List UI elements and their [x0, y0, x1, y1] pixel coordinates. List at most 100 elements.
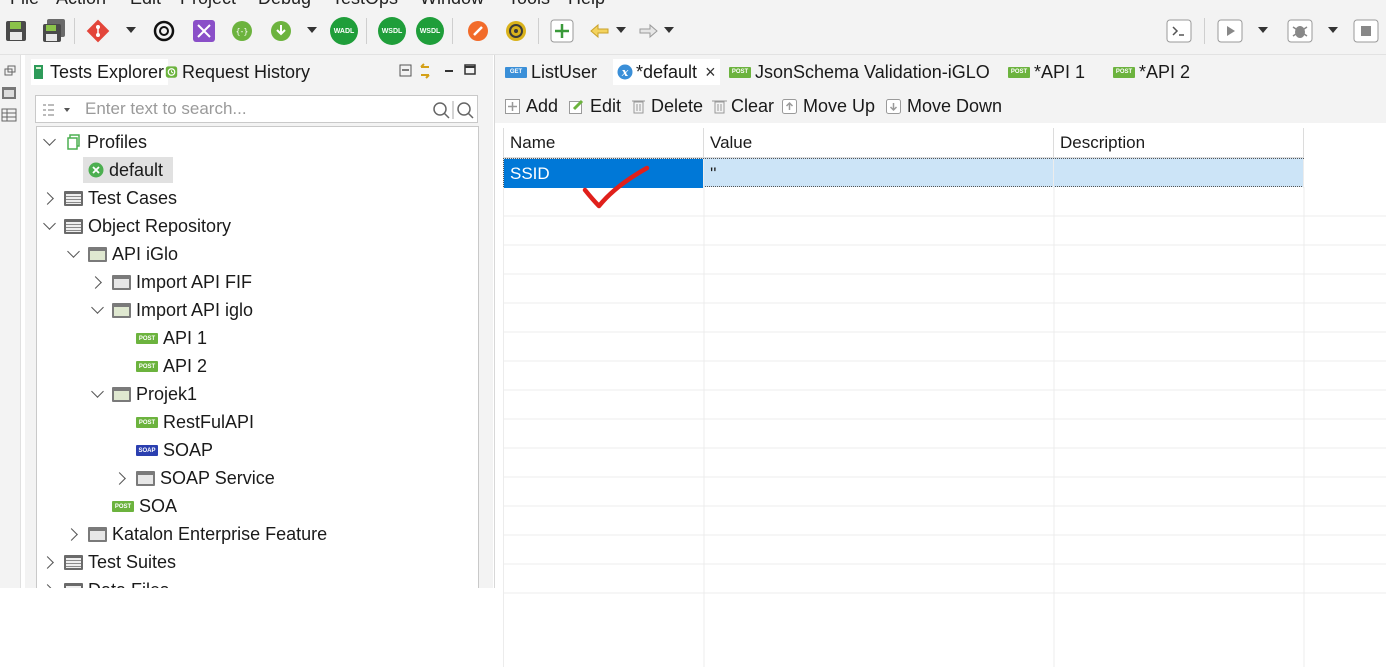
tree-item-restfulapi[interactable]: POST RestFulAPI — [37, 409, 477, 435]
expand-arrow-icon[interactable] — [65, 528, 78, 541]
tree-item-test-cases[interactable]: Test Cases — [37, 185, 477, 211]
openai-icon[interactable] — [150, 17, 178, 45]
column-header-name[interactable]: Name — [503, 128, 704, 158]
tree-item-object-repository[interactable]: Object Repository — [37, 213, 477, 239]
menu-edit[interactable]: Edit — [130, 0, 161, 8]
tree-item-katalon-enterprise-feature[interactable]: Katalon Enterprise Feature — [37, 521, 477, 547]
record-icon[interactable] — [267, 17, 295, 45]
expand-arrow-icon[interactable] — [91, 301, 104, 314]
move-down-button[interactable]: Move Down — [886, 93, 1002, 119]
expand-arrow-icon[interactable] — [41, 584, 54, 588]
menu-testops[interactable]: TestOps — [332, 0, 398, 8]
git-dropdown-arrow[interactable] — [126, 27, 136, 33]
tree-item-import-api-iglo[interactable]: Import API iglo — [37, 297, 477, 323]
expand-arrow-icon[interactable] — [43, 217, 56, 230]
expand-arrow-icon[interactable] — [113, 472, 126, 485]
git-icon[interactable] — [84, 17, 112, 45]
run-icon[interactable] — [1216, 17, 1244, 45]
collapse-all-icon[interactable] — [399, 64, 412, 77]
filter-icon[interactable] — [42, 102, 72, 118]
column-header-description[interactable]: Description — [1054, 128, 1304, 158]
wadl-icon[interactable]: WADL — [330, 17, 358, 45]
tab-listuser[interactable]: GET ListUser — [499, 59, 603, 85]
tab-jsonschema-validation[interactable]: POST JsonSchema Validation-iGLO — [729, 59, 990, 85]
search-input[interactable] — [85, 98, 425, 120]
maximize-icon[interactable] — [464, 64, 476, 75]
tree-item-label: API 2 — [163, 355, 208, 376]
menu-window[interactable]: Window — [420, 0, 484, 8]
menu-help[interactable]: Help — [568, 0, 605, 8]
tab-label: JsonSchema Validation-iGLO — [755, 61, 990, 82]
run-dropdown-arrow[interactable] — [1258, 27, 1268, 33]
tree-item-api-2[interactable]: POST API 2 — [37, 353, 477, 379]
tree-item-test-suites[interactable]: Test Suites — [37, 549, 477, 575]
stop-icon[interactable] — [1352, 17, 1380, 45]
tree-item-soap[interactable]: SOAP SOAP — [37, 437, 477, 463]
wsdl-import-icon[interactable]: WSDL — [416, 17, 444, 45]
tab-tests-explorer[interactable]: Tests Explorer — [31, 59, 169, 85]
expand-arrow-icon[interactable] — [91, 385, 104, 398]
link-editor-icon[interactable] — [420, 63, 430, 79]
delete-icon — [632, 100, 645, 113]
tree-item-api-iglo[interactable]: API iGlo — [37, 241, 477, 267]
tab-request-history[interactable]: Request History — [165, 59, 310, 85]
move-up-label: Move Up — [803, 95, 876, 116]
forward-dropdown-arrow[interactable] — [664, 27, 674, 33]
add-button[interactable]: Add — [505, 93, 558, 119]
delete-button[interactable]: Delete — [632, 93, 703, 119]
tab-api-1[interactable]: POST *API 1 — [1008, 59, 1085, 85]
expand-arrow-icon[interactable] — [41, 192, 54, 205]
expand-arrow-icon[interactable] — [89, 276, 102, 289]
search-icon[interactable] — [433, 102, 450, 119]
tree-item-import-api-fif[interactable]: Import API FIF — [37, 269, 477, 295]
close-icon[interactable]: × — [705, 62, 716, 83]
expand-arrow-icon[interactable] — [43, 133, 56, 146]
history-icon — [165, 66, 178, 78]
forward-arrow-icon[interactable] — [634, 17, 662, 45]
plugin-icon[interactable] — [502, 17, 530, 45]
record-dropdown-arrow[interactable] — [307, 27, 317, 33]
column-header-value[interactable]: Value — [704, 128, 1054, 158]
save-icon[interactable] — [2, 17, 30, 45]
spy-icon[interactable]: {-} — [228, 17, 256, 45]
expand-arrow-icon[interactable] — [67, 245, 80, 258]
menu-project[interactable]: Project — [180, 0, 236, 8]
tree-item-default[interactable]: default — [83, 157, 173, 183]
menu-tools[interactable]: Tools — [508, 0, 550, 8]
cell-value[interactable]: '' — [704, 159, 1054, 188]
back-dropdown-arrow[interactable] — [616, 27, 626, 33]
tab-default[interactable]: x *default × — [613, 59, 720, 85]
svg-text:x: x — [621, 66, 629, 79]
cell-description[interactable] — [1054, 159, 1304, 188]
post-icon: POST — [112, 501, 134, 512]
tree-item-soap-service[interactable]: SOAP Service — [37, 465, 477, 491]
restore-icon[interactable] — [0, 63, 20, 143]
edit-button[interactable]: Edit — [569, 93, 621, 119]
clear-icon — [712, 100, 727, 113]
menu-action[interactable]: Action — [56, 0, 106, 8]
save-all-icon[interactable] — [40, 17, 68, 45]
add-icon[interactable] — [548, 17, 576, 45]
wsdl-icon[interactable]: WSDL — [378, 17, 406, 45]
profile-editor: GET ListUser x *default × POST JsonSchem… — [494, 55, 1386, 667]
advanced-search-icon[interactable] — [457, 102, 474, 119]
debug-dropdown-arrow[interactable] — [1328, 27, 1338, 33]
move-up-button[interactable]: Move Up — [782, 93, 875, 119]
tree-item-soa[interactable]: POST SOA — [37, 493, 477, 519]
tree-item-profiles[interactable]: Profiles — [37, 129, 477, 155]
rocket-icon[interactable] — [464, 17, 492, 45]
expand-arrow-icon[interactable] — [41, 556, 54, 569]
tree-item-api-1[interactable]: POST API 1 — [37, 325, 477, 351]
back-arrow-icon[interactable] — [586, 17, 614, 45]
clear-button[interactable]: Clear — [712, 93, 774, 119]
self-healing-icon[interactable] — [190, 17, 218, 45]
menu-debug[interactable]: Debug — [258, 0, 311, 8]
menu-file[interactable]: File — [10, 0, 39, 8]
tree-item-data-files[interactable]: Data Files — [37, 577, 477, 588]
red-checkmark-annotation — [582, 165, 650, 209]
terminal-icon[interactable] — [1165, 17, 1193, 45]
tree-item-projek1[interactable]: Projek1 — [37, 381, 477, 407]
debug-icon[interactable] — [1286, 17, 1314, 45]
tab-api-2[interactable]: POST *API 2 — [1113, 59, 1190, 85]
post-icon: POST — [136, 333, 158, 344]
